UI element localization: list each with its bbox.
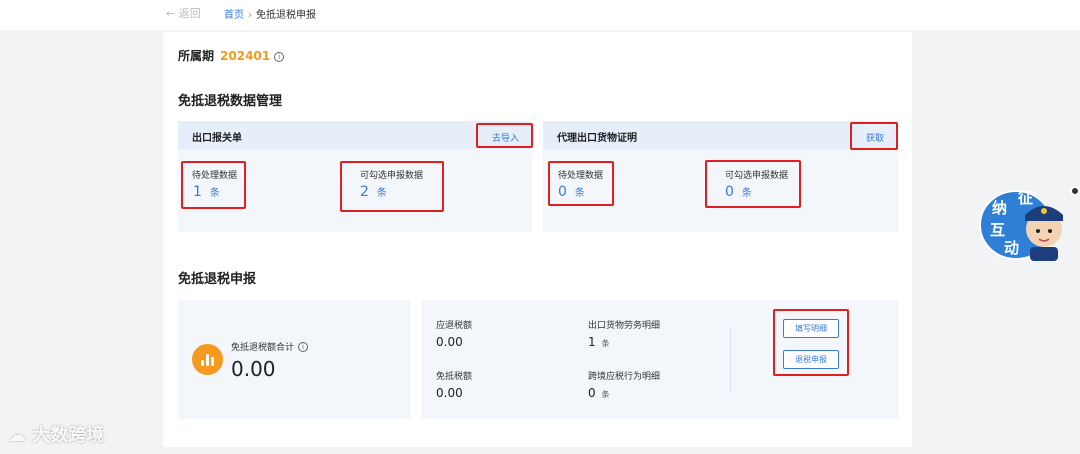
period-value[interactable]: 202401 [220,49,270,63]
info-icon[interactable]: i [298,342,309,352]
refund-label: 应退税额 [436,321,473,331]
mascot-text-2: 纳 [992,199,1007,217]
mascot-widget[interactable]: 征 纳 互 动 [978,185,1072,263]
watermark-logo-icon: ☁ [8,425,26,446]
mascot-text-1: 征 [1018,189,1033,207]
highlight-customs-selectable [340,161,444,212]
top-bar: ← 返回 首页 › 免抵退税申报 [0,0,1080,30]
highlight-action-buttons [773,309,849,376]
crossborder-label: 跨境应税行为明细 [588,372,661,382]
declare-title: 免抵退税申报 [178,272,257,287]
refund-value: 0.00 [436,335,463,349]
back-link[interactable]: ← 返回 [166,5,201,21]
period-label: 所属期 [178,49,215,63]
scroll-handle[interactable] [1070,186,1080,196]
highlight-agency-selectable [705,160,801,208]
divider [730,327,731,393]
crossborder-value[interactable]: 0条 [588,386,610,400]
highlight-import [476,123,533,148]
period-line: 所属期 202401 i [178,47,285,64]
bar-chart-icon [192,344,223,375]
breadcrumb-current: 免抵退税申报 [256,10,316,21]
info-icon[interactable]: i [274,52,285,62]
total-label: 免抵退税额合计 i [231,340,309,353]
highlight-agency-pending [548,161,614,206]
exempt-value: 0.00 [436,386,463,400]
agency-panel-title: 代理出口货物证明 [557,133,637,144]
breadcrumb-home[interactable]: 首页 [224,10,244,21]
breadcrumb-separator: › [248,10,252,21]
export-detail-label: 出口货物劳务明细 [588,321,661,331]
highlight-fetch [850,122,898,150]
breadcrumb: 首页 › 免抵退税申报 [224,6,316,21]
watermark: ☁ 大数跨境 [8,425,105,446]
highlight-customs-pending [181,161,246,209]
mascot-text-3: 互 [990,221,1005,239]
export-detail-value[interactable]: 1条 [588,335,610,349]
exempt-label: 免抵税额 [436,372,473,382]
mascot-text-4: 动 [1004,239,1019,257]
customs-panel-title: 出口报关单 [192,133,242,144]
agency-panel-header: 代理出口货物证明 [543,121,898,149]
data-mgmt-title: 免抵退税数据管理 [178,94,283,109]
total-value: 0.00 [231,357,276,381]
